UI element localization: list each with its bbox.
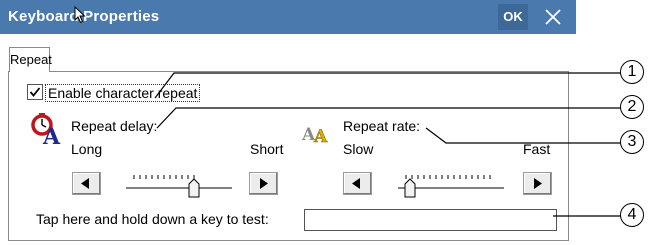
callout-3: 3 — [620, 130, 644, 154]
callout-4: 4 — [620, 203, 644, 227]
callout-2: 2 — [620, 95, 644, 119]
callout-1: 1 — [620, 60, 644, 84]
callout-leaders — [154, 72, 622, 217]
